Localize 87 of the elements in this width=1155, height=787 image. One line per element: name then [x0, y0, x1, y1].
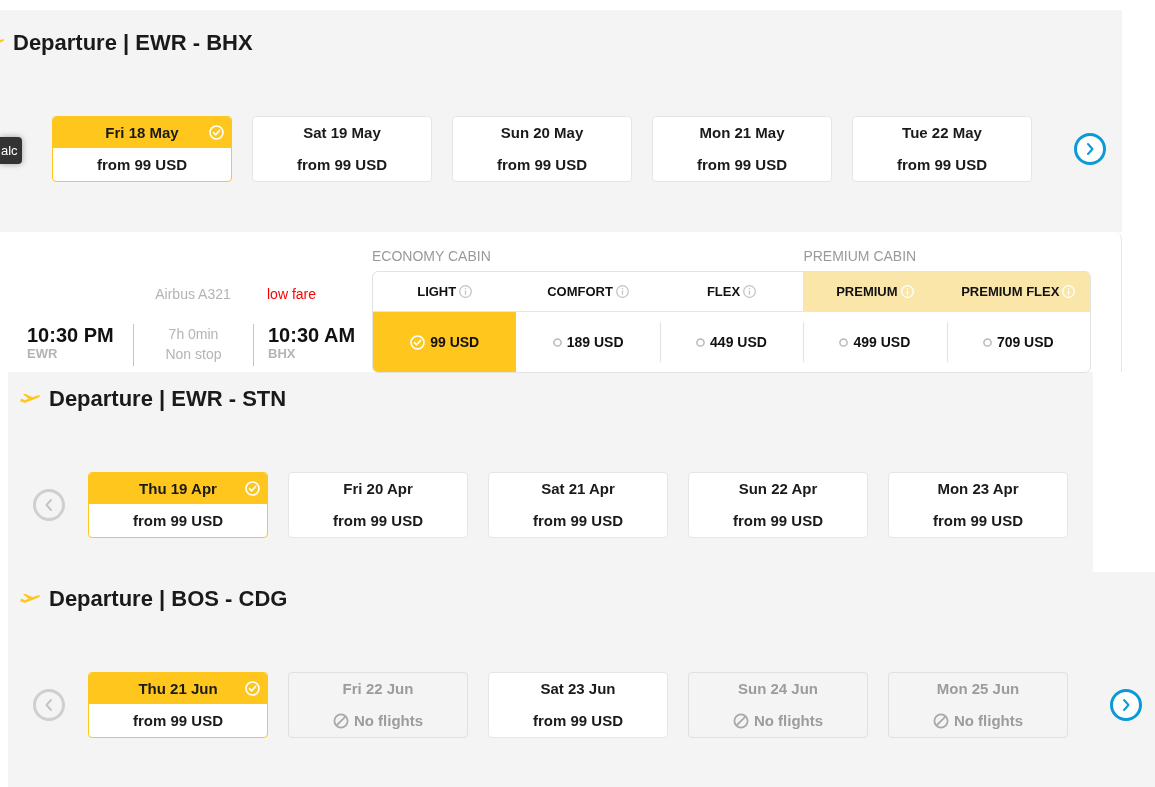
date-label: Fri 22 Jun — [342, 679, 414, 698]
check-circle-icon — [209, 125, 224, 140]
radio-icon — [982, 337, 992, 347]
date-label: Fri 20 Apr — [343, 479, 413, 498]
date-label: Tue 22 May — [902, 123, 982, 142]
date-label: Thu 19 Apr — [139, 479, 217, 498]
price-label: from 99 USD — [97, 155, 187, 174]
stops-label: Non stop — [164, 345, 223, 364]
aircraft-label: Airbus A321 — [155, 286, 231, 302]
section-title: Departure | EWR - BHX — [13, 29, 253, 57]
date-label: Mon 21 May — [699, 123, 785, 142]
fare-name: LIGHT — [417, 282, 457, 301]
fare-option[interactable]: 99 USD — [373, 312, 517, 372]
price-label: from 99 USD — [733, 511, 823, 530]
chevron-right-icon — [1085, 142, 1095, 156]
airport-code: BHX — [268, 346, 297, 362]
date-label: Fri 18 May — [105, 123, 179, 142]
info-icon — [459, 285, 473, 298]
price-label: from 99 USD — [133, 711, 223, 730]
fare-option[interactable]: 189 USD — [516, 312, 660, 372]
date-label: Sun 20 May — [500, 123, 584, 142]
date-label: Thu 21 Jun — [138, 679, 218, 698]
fare-name: PREMIUM FLEX — [961, 282, 1060, 301]
date-label: Sat 21 Apr — [541, 479, 615, 498]
date-card[interactable]: Sat 19 May from 99 USD — [252, 116, 432, 182]
fare-name: PREMIUM — [836, 282, 898, 301]
no-entry-icon — [732, 712, 749, 729]
section-title: Departure | EWR - STN — [49, 385, 287, 413]
date-label: Sat 23 Jun — [540, 679, 616, 698]
price-label: from 99 USD — [533, 711, 623, 730]
radio-icon — [839, 337, 849, 347]
radio-icon — [552, 337, 562, 347]
airport-code: EWR — [27, 346, 59, 362]
fare-name: FLEX — [706, 282, 741, 301]
no-entry-icon — [332, 712, 349, 729]
date-card[interactable]: Fri 18 May from 99 USD — [52, 116, 232, 182]
unavailable-label: No flights — [753, 711, 824, 730]
next-button[interactable] — [1074, 133, 1106, 165]
tooltip: alc — [0, 137, 22, 164]
price-label: from 99 USD — [497, 155, 587, 174]
price-label: from 99 USD — [697, 155, 787, 174]
chevron-left-icon — [44, 498, 54, 512]
price-label: from 99 USD — [133, 511, 223, 530]
price-label: from 99 USD — [333, 511, 423, 530]
date-label: Sun 22 Apr — [738, 479, 818, 498]
info-icon — [743, 285, 757, 298]
check-circle-icon — [245, 481, 260, 496]
cabin-label: PREMIUM CABIN — [803, 247, 918, 266]
date-label: Sat 19 May — [303, 123, 381, 142]
date-card[interactable]: Fri 20 Apr from 99 USD — [288, 472, 468, 538]
date-label: Sun 24 Jun — [738, 679, 818, 698]
price-label: from 99 USD — [933, 511, 1023, 530]
airplane-icon — [20, 593, 41, 605]
date-card[interactable]: Mon 21 May from 99 USD — [652, 116, 832, 182]
date-card[interactable]: Sat 23 Jun from 99 USD — [488, 672, 668, 738]
fare-note: low fare — [267, 286, 317, 302]
unavailable-label: No flights — [353, 711, 424, 730]
price-label: from 99 USD — [297, 155, 387, 174]
check-circle-icon — [245, 681, 260, 696]
cabin-label: ECONOMY CABIN — [372, 247, 492, 266]
duration-label: 7h 0min — [167, 325, 220, 344]
check-circle-icon — [410, 334, 426, 350]
date-card[interactable]: Sun 22 Apr from 99 USD — [688, 472, 868, 538]
info-icon — [615, 285, 629, 298]
date-card[interactable]: Thu 21 Jun from 99 USD — [88, 672, 268, 738]
fare-name: COMFORT — [547, 282, 613, 301]
next-button[interactable] — [1110, 689, 1142, 721]
date-card[interactable]: Sat 21 Apr from 99 USD — [488, 472, 668, 538]
date-label: Mon 25 Jun — [936, 679, 1020, 698]
radio-icon — [696, 337, 706, 347]
price-label: from 99 USD — [533, 511, 623, 530]
date-card[interactable]: Mon 23 Apr from 99 USD — [888, 472, 1068, 538]
date-card[interactable]: Tue 22 May from 99 USD — [852, 116, 1032, 182]
section-title: Departure | BOS - CDG — [49, 585, 288, 613]
airplane-icon — [20, 393, 41, 405]
arrival-time: 10:30 AM — [268, 324, 357, 346]
price-label: from 99 USD — [897, 155, 987, 174]
date-label: Mon 23 Apr — [937, 479, 1019, 498]
chevron-left-icon — [44, 698, 54, 712]
date-card[interactable]: Thu 19 Apr from 99 USD — [88, 472, 268, 538]
date-card[interactable]: Sun 20 May from 99 USD — [452, 116, 632, 182]
chevron-right-icon — [1121, 698, 1131, 712]
departure-time: 10:30 PM — [27, 324, 115, 346]
info-icon — [1062, 285, 1076, 298]
unavailable-label: No flights — [953, 711, 1024, 730]
no-entry-icon — [932, 712, 949, 729]
info-icon — [900, 285, 914, 298]
